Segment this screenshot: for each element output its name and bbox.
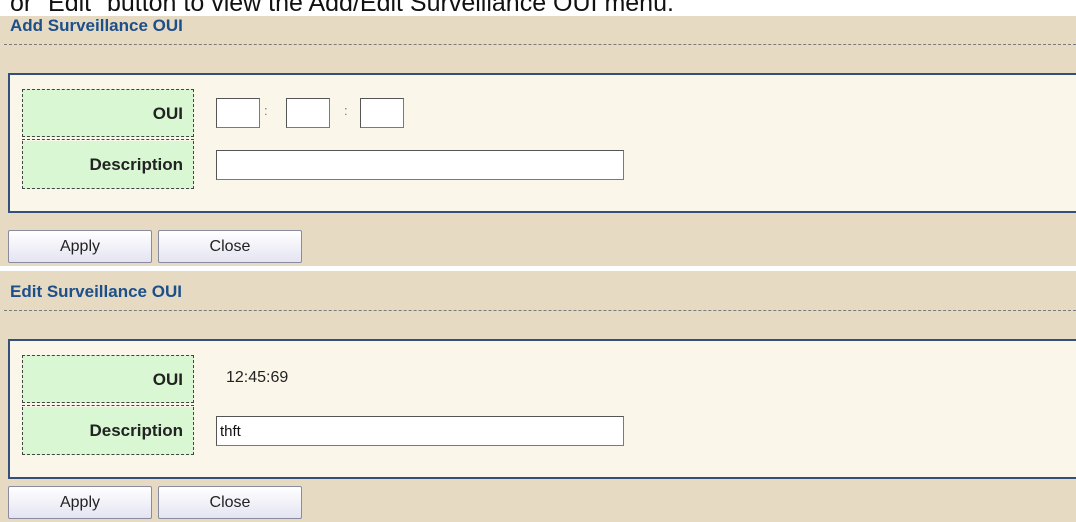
apply-button[interactable]: Apply bbox=[8, 486, 152, 519]
oui-value: 12:45:69 bbox=[226, 369, 289, 386]
close-button[interactable]: Close bbox=[158, 230, 302, 263]
description-input[interactable] bbox=[216, 416, 624, 446]
description-input[interactable] bbox=[216, 150, 624, 180]
oui-label: OUI bbox=[152, 370, 183, 389]
add-panel-title: Add Surveillance OUI bbox=[10, 16, 183, 35]
oui-field-3[interactable] bbox=[360, 98, 404, 128]
oui-colon-1: : bbox=[264, 103, 268, 118]
oui-field-2[interactable] bbox=[286, 98, 330, 128]
description-label: Description bbox=[89, 155, 183, 174]
edit-panel-title: Edit Surveillance OUI bbox=[10, 282, 182, 301]
oui-row: OUI 12:45:69 bbox=[10, 355, 1076, 403]
oui-label-cell: OUI bbox=[22, 355, 194, 403]
apply-button[interactable]: Apply bbox=[8, 230, 152, 263]
description-label: Description bbox=[89, 421, 183, 440]
close-button[interactable]: Close bbox=[158, 486, 302, 519]
edit-form-box: OUI 12:45:69 Description bbox=[8, 339, 1076, 479]
row-separator bbox=[22, 402, 194, 403]
add-form-box: OUI : : Description bbox=[8, 73, 1076, 213]
document-text: or "Edit" button to view the Add/Edit Su… bbox=[10, 0, 674, 16]
row-separator bbox=[22, 139, 194, 140]
row-separator bbox=[22, 136, 194, 137]
description-label-cell: Description bbox=[22, 141, 194, 189]
row-separator bbox=[22, 405, 194, 406]
edit-oui-panel: Edit Surveillance OUI OUI 12:45:69 Descr… bbox=[0, 271, 1076, 522]
description-row: Description bbox=[10, 407, 1076, 455]
title-divider bbox=[4, 310, 1076, 311]
oui-label-cell: OUI bbox=[22, 89, 194, 137]
oui-colon-2: : bbox=[344, 103, 348, 118]
description-label-cell: Description bbox=[22, 407, 194, 455]
description-row: Description bbox=[10, 141, 1076, 189]
oui-field-1[interactable] bbox=[216, 98, 260, 128]
oui-label: OUI bbox=[152, 104, 183, 123]
add-oui-panel: Add Surveillance OUI OUI : : Description… bbox=[0, 16, 1076, 266]
oui-row: OUI : : bbox=[10, 89, 1076, 137]
title-divider bbox=[4, 44, 1076, 45]
